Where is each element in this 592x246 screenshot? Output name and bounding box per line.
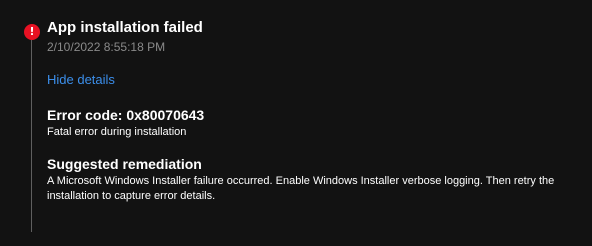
notification-content: App installation failed 2/10/2022 8:55:1…	[47, 19, 577, 204]
error-code-heading: Error code: 0x80070643	[47, 107, 205, 123]
remediation-text: A Microsoft Windows Installer failure oc…	[47, 175, 555, 202]
error-icon: !	[24, 24, 40, 40]
timeline-divider	[31, 40, 32, 232]
error-code-section: Error code: 0x80070643 Fatal error durin…	[47, 106, 577, 140]
error-description: Fatal error during installation	[47, 126, 187, 138]
notification-timestamp: 2/10/2022 8:55:18 PM	[47, 40, 166, 54]
remediation-heading: Suggested remediation	[47, 156, 202, 172]
notification-panel: ! App installation failed 2/10/2022 8:55…	[0, 0, 592, 246]
notification-title: App installation failed	[47, 19, 203, 36]
hide-details-link[interactable]: Hide details	[47, 72, 115, 88]
remediation-section: Suggested remediation A Microsoft Window…	[47, 155, 577, 204]
